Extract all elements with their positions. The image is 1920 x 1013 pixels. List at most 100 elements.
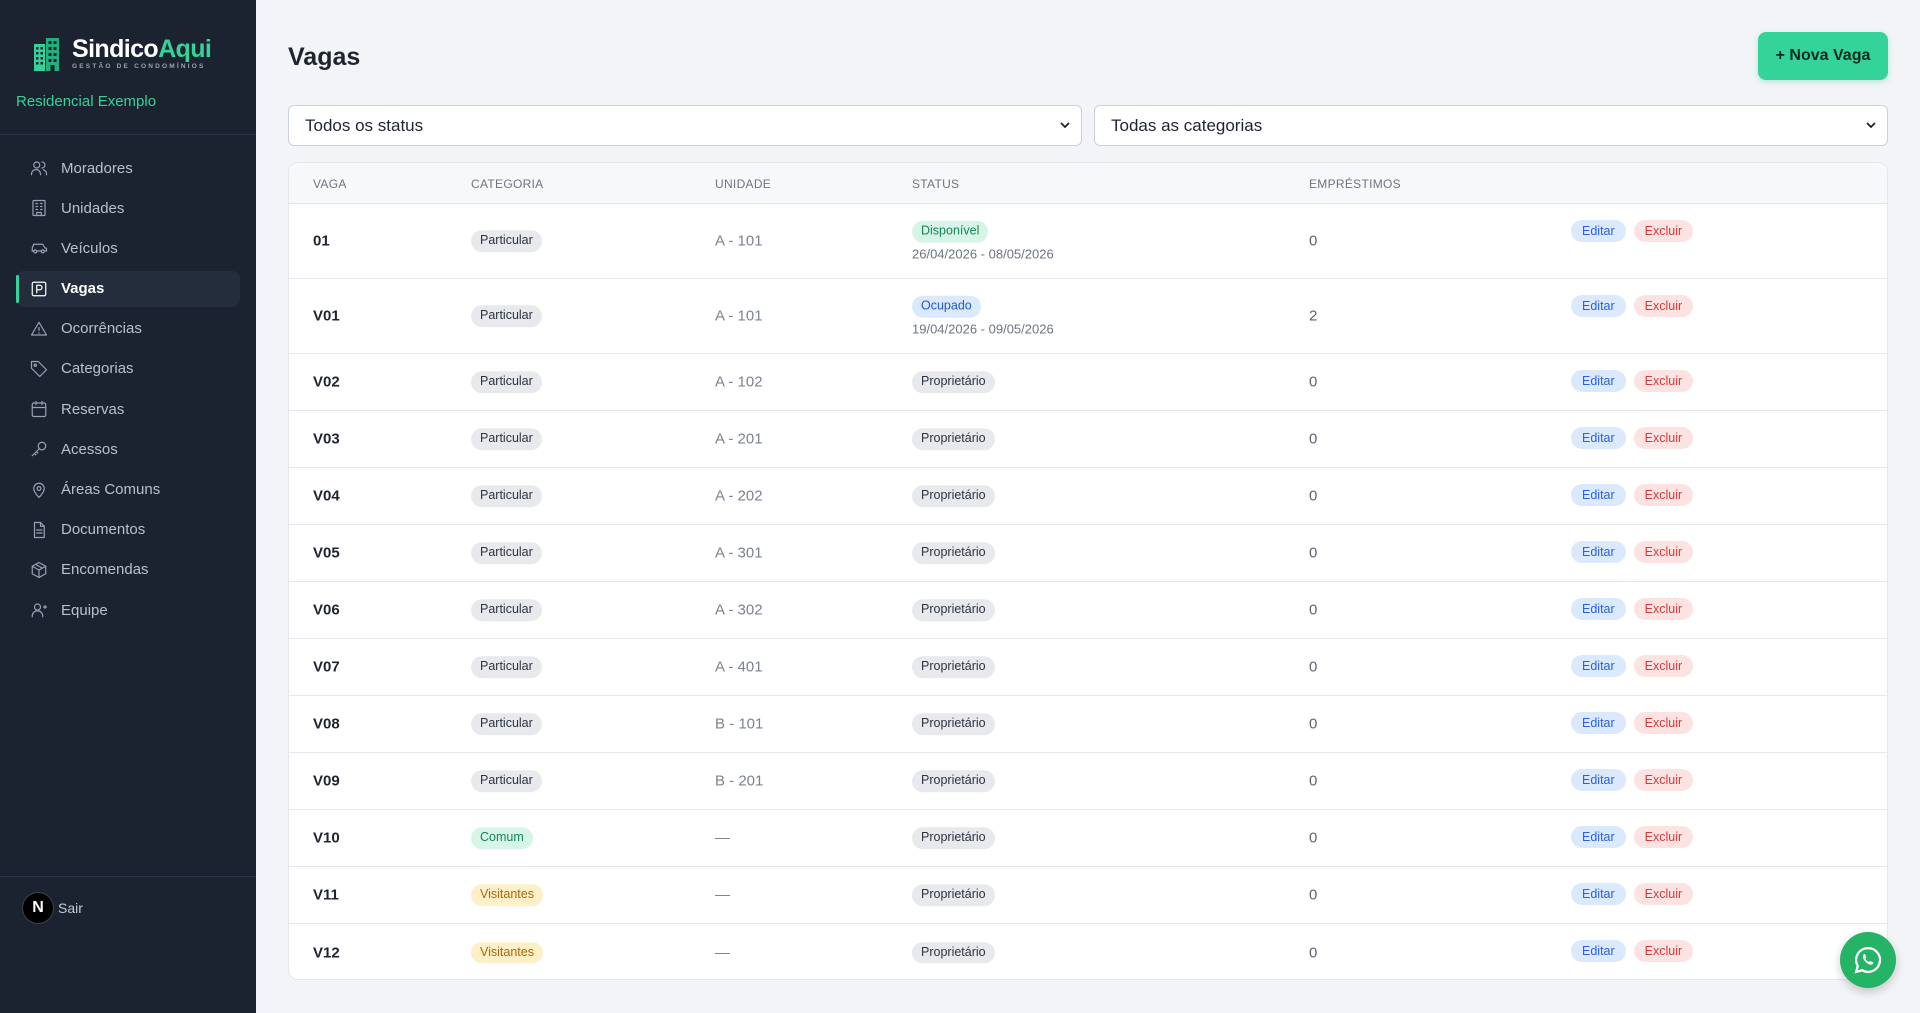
- delete-button[interactable]: Excluir: [1633, 484, 1694, 506]
- brand-logo[interactable]: SindicoAqui GESTÃO DE CONDOMÍNIOS: [32, 36, 212, 72]
- edit-button[interactable]: Editar: [1571, 940, 1626, 962]
- edit-button[interactable]: Editar: [1571, 295, 1626, 317]
- sidebar-item-label: Ocorrências: [61, 320, 142, 338]
- car-icon: [31, 244, 48, 254]
- sidebar-item-ocorrencias[interactable]: Ocorrências: [16, 311, 240, 347]
- sidebar-item-documentos[interactable]: Documentos: [16, 512, 240, 548]
- table-row[interactable]: V06 Particular A - 302 Proprietário 0 Editar E…: [289, 582, 1887, 639]
- delete-button[interactable]: Excluir: [1633, 883, 1694, 905]
- edit-button[interactable]: Editar: [1571, 883, 1626, 905]
- edit-button[interactable]: Editar: [1571, 427, 1626, 449]
- table-body: 01 Particular A - 101 Disponível 26/04/2026 …: [289, 204, 1887, 979]
- table-row[interactable]: V08 Particular B - 101 Proprietário 0 Editar E…: [289, 696, 1887, 753]
- whatsapp-button[interactable]: [1840, 932, 1896, 988]
- delete-button[interactable]: Excluir: [1633, 295, 1694, 317]
- sidebar-item-veiculos[interactable]: Veículos: [16, 230, 240, 266]
- edit-button[interactable]: Editar: [1571, 598, 1626, 620]
- table-row[interactable]: V05 Particular A - 301 Proprietário 0 Editar E…: [289, 525, 1887, 582]
- sidebar-item-acessos[interactable]: Acessos: [16, 431, 240, 467]
- table-row[interactable]: V07 Particular A - 401 Proprietário 0 Editar E…: [289, 639, 1887, 696]
- sidebar-item-encomendas[interactable]: Encomendas: [16, 552, 240, 588]
- column-header-status[interactable]: STATUS: [912, 177, 959, 191]
- sidebar-item-equipe[interactable]: Equipe: [16, 592, 240, 628]
- table-row[interactable]: V09 Particular B - 201 Proprietário 0 Editar E…: [289, 753, 1887, 810]
- column-header-vaga[interactable]: VAGA: [313, 177, 347, 191]
- status-date-range: 19/04/2026 - 09/05/2026: [912, 321, 1054, 337]
- cell-actions: Editar Excluir: [1571, 220, 1694, 242]
- tag-icon: [30, 360, 48, 378]
- sidebar-item-unidades[interactable]: Unidades: [16, 190, 240, 226]
- sidebar-item-areas-comuns[interactable]: Áreas Comuns: [16, 472, 240, 508]
- category-filter-select[interactable]: Todas as categorias: [1094, 105, 1888, 146]
- cell-actions: Editar Excluir: [1571, 427, 1694, 449]
- edit-button[interactable]: Editar: [1571, 484, 1626, 506]
- alert-triangle-icon: [30, 321, 48, 336]
- sidebar-item-reservas[interactable]: Reservas: [16, 391, 240, 427]
- cell-actions: Editar Excluir: [1571, 826, 1694, 848]
- delete-button[interactable]: Excluir: [1633, 370, 1694, 392]
- category-badge: Visitantes: [471, 941, 543, 964]
- condo-name: Residencial Exemplo: [16, 93, 157, 110]
- cell-status: Proprietário: [912, 599, 995, 621]
- avatar: N: [22, 892, 54, 924]
- sidebar-item-vagas[interactable]: Vagas: [16, 270, 240, 307]
- table-row[interactable]: V12 Visitantes — Proprietário 0 Editar Excluir: [289, 924, 1887, 979]
- table-row[interactable]: V11 Visitantes — Proprietário 0 Editar Excluir: [289, 867, 1887, 924]
- cell-categoria: Visitantes: [471, 941, 543, 964]
- edit-button[interactable]: Editar: [1571, 541, 1626, 563]
- cell-unidade: A - 302: [715, 601, 763, 619]
- cell-categoria: Particular: [471, 230, 542, 252]
- cell-status: Proprietário: [912, 428, 995, 450]
- cell-status: Proprietário: [912, 827, 995, 849]
- category-badge: Particular: [471, 428, 542, 450]
- delete-button[interactable]: Excluir: [1633, 826, 1694, 848]
- cell-unidade: A - 202: [715, 487, 763, 505]
- delete-button[interactable]: Excluir: [1633, 940, 1694, 962]
- sidebar-item-categorias[interactable]: Categorias: [16, 351, 240, 387]
- cell-categoria: Visitantes: [471, 884, 543, 906]
- cell-vaga: V05: [313, 544, 340, 562]
- sidebar-item-moradores[interactable]: Moradores: [16, 150, 240, 186]
- delete-button[interactable]: Excluir: [1633, 769, 1694, 791]
- status-filter-select[interactable]: Todos os status: [288, 105, 1082, 146]
- column-header-unidade[interactable]: UNIDADE: [715, 177, 771, 191]
- edit-button[interactable]: Editar: [1571, 220, 1626, 242]
- logout-button[interactable]: N Sair: [22, 892, 83, 924]
- edit-button[interactable]: Editar: [1571, 712, 1626, 734]
- cell-unidade: B - 201: [715, 772, 764, 790]
- table-row[interactable]: V03 Particular A - 201 Proprietário 0 Editar E…: [289, 411, 1887, 468]
- delete-button[interactable]: Excluir: [1633, 712, 1694, 734]
- table-row[interactable]: V01 Particular A - 101 Ocupado 19/04/2026 - …: [289, 279, 1887, 354]
- delete-button[interactable]: Excluir: [1633, 598, 1694, 620]
- cell-unidade: —: [715, 829, 730, 847]
- table-row[interactable]: 01 Particular A - 101 Disponível 26/04/2026 …: [289, 204, 1887, 279]
- edit-button[interactable]: Editar: [1571, 769, 1626, 791]
- cell-categoria: Comum: [471, 827, 533, 849]
- cell-categoria: Particular: [471, 428, 542, 450]
- edit-button[interactable]: Editar: [1571, 826, 1626, 848]
- new-vaga-button[interactable]: + Nova Vaga: [1758, 32, 1888, 80]
- column-header-categoria[interactable]: CATEGORIA: [471, 177, 544, 191]
- vagas-table: VAGA CATEGORIA UNIDADE STATUS EMPRÉSTIMO…: [288, 162, 1888, 980]
- status-badge: Proprietário: [912, 884, 995, 906]
- table-row[interactable]: V04 Particular A - 202 Proprietário 0 Editar E…: [289, 468, 1887, 525]
- edit-button[interactable]: Editar: [1571, 370, 1626, 392]
- cell-categoria: Particular: [471, 371, 542, 393]
- status-filter-value: Todos os status: [305, 115, 424, 135]
- table-row[interactable]: V02 Particular A - 102 Proprietário 0 Editar E…: [289, 354, 1887, 411]
- table-row[interactable]: V10 Comum — Proprietário 0 Editar Excluir: [289, 810, 1887, 867]
- key-icon: [31, 441, 47, 457]
- cell-actions: Editar Excluir: [1571, 598, 1694, 620]
- chevron-down-icon: [1060, 122, 1070, 129]
- delete-button[interactable]: Excluir: [1633, 220, 1694, 242]
- sidebar-item-label: Áreas Comuns: [61, 481, 161, 498]
- column-header-emprestimos[interactable]: EMPRÉSTIMOS: [1309, 177, 1401, 191]
- delete-button[interactable]: Excluir: [1633, 541, 1694, 563]
- edit-button[interactable]: Editar: [1571, 655, 1626, 677]
- delete-button[interactable]: Excluir: [1633, 655, 1694, 677]
- cell-categoria: Particular: [471, 713, 542, 735]
- cell-actions: Editar Excluir: [1571, 370, 1694, 392]
- delete-button[interactable]: Excluir: [1633, 427, 1694, 449]
- users-icon: [30, 161, 48, 176]
- chevron-down-icon: [1866, 122, 1876, 129]
